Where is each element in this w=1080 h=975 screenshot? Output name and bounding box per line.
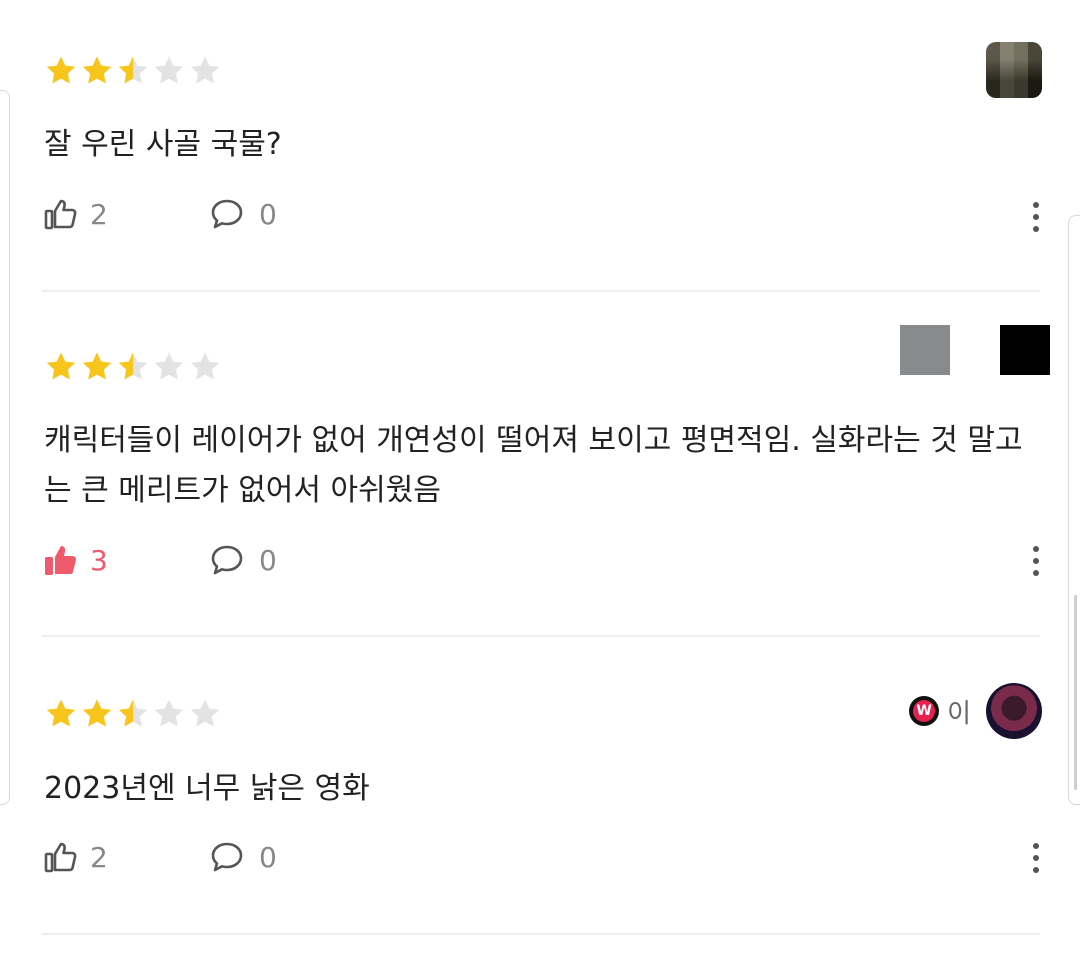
star-icon <box>82 352 112 380</box>
star-icon <box>118 56 148 84</box>
speech-bubble-icon <box>209 197 245 231</box>
more-vertical-icon <box>1033 843 1039 849</box>
star-rating <box>44 54 222 88</box>
star-icon <box>46 56 76 84</box>
like-count: 2 <box>90 840 108 874</box>
comment-button[interactable]: 0 <box>209 543 277 577</box>
reviewer-avatar[interactable] <box>986 42 1042 98</box>
comment-count: 0 <box>259 840 277 874</box>
star-icon <box>46 352 76 380</box>
reviewer-info[interactable] <box>972 42 1042 98</box>
like-button[interactable]: 3 <box>44 543 209 577</box>
like-count: 3 <box>90 543 108 577</box>
thumbs-up-icon <box>44 840 78 874</box>
like-count: 2 <box>90 197 108 231</box>
like-button[interactable]: 2 <box>44 840 209 874</box>
divider <box>42 635 1040 637</box>
star-icon <box>154 699 184 727</box>
comment-button[interactable]: 0 <box>209 840 277 874</box>
more-vertical-icon <box>1033 546 1039 552</box>
star-icon <box>154 352 184 380</box>
comment-button[interactable]: 0 <box>209 197 277 231</box>
star-icon <box>190 56 220 84</box>
divider <box>42 290 1040 292</box>
review-text[interactable]: 캐릭터들이 레이어가 없어 개연성이 떨어져 보이고 평면적임. 실화라는 것 … <box>44 416 1034 516</box>
review-actions: 2 0 <box>44 840 277 874</box>
comment-count: 0 <box>259 543 277 577</box>
review-actions: 2 0 <box>44 197 277 231</box>
more-vertical-icon <box>1033 202 1039 208</box>
scrollbar[interactable] <box>1074 595 1077 790</box>
thumbs-up-icon <box>44 543 78 577</box>
reviewer-info[interactable] <box>900 325 1050 375</box>
review-text[interactable]: 잘 우린 사골 국물? <box>44 120 1034 170</box>
reviews-page: 잘 우린 사골 국물? 2 0 캐릭터들이 레이어가 없어 개연성이 떨어져 보… <box>0 0 1080 975</box>
reviewer-name[interactable]: 이 <box>947 693 972 730</box>
more-options-button[interactable] <box>1032 546 1040 576</box>
review-actions: 3 0 <box>44 543 277 577</box>
star-icon <box>190 352 220 380</box>
review-text[interactable]: 2023년엔 너무 낡은 영화 <box>44 764 1034 814</box>
badge-letter: W <box>913 700 936 722</box>
comment-count: 0 <box>259 197 277 231</box>
more-options-button[interactable] <box>1032 843 1040 873</box>
reviewer-avatar[interactable] <box>1000 325 1050 375</box>
star-icon <box>46 699 76 727</box>
star-icon <box>118 699 148 727</box>
star-icon <box>118 352 148 380</box>
star-icon <box>82 56 112 84</box>
star-rating <box>44 350 222 384</box>
divider <box>42 933 1040 935</box>
thumbs-up-icon <box>44 197 78 231</box>
speech-bubble-icon <box>209 840 245 874</box>
verified-badge-icon: W <box>909 696 940 726</box>
like-button[interactable]: 2 <box>44 197 209 231</box>
star-icon <box>190 699 220 727</box>
star-icon <box>154 56 184 84</box>
reviewer-avatar[interactable] <box>986 683 1042 739</box>
reviewer-name[interactable] <box>900 325 950 375</box>
reviewer-info[interactable]: W 이 <box>909 683 1042 739</box>
speech-bubble-icon <box>209 543 245 577</box>
card-edge-left <box>0 90 10 805</box>
star-rating <box>44 697 222 731</box>
more-options-button[interactable] <box>1032 202 1040 232</box>
star-icon <box>82 699 112 727</box>
